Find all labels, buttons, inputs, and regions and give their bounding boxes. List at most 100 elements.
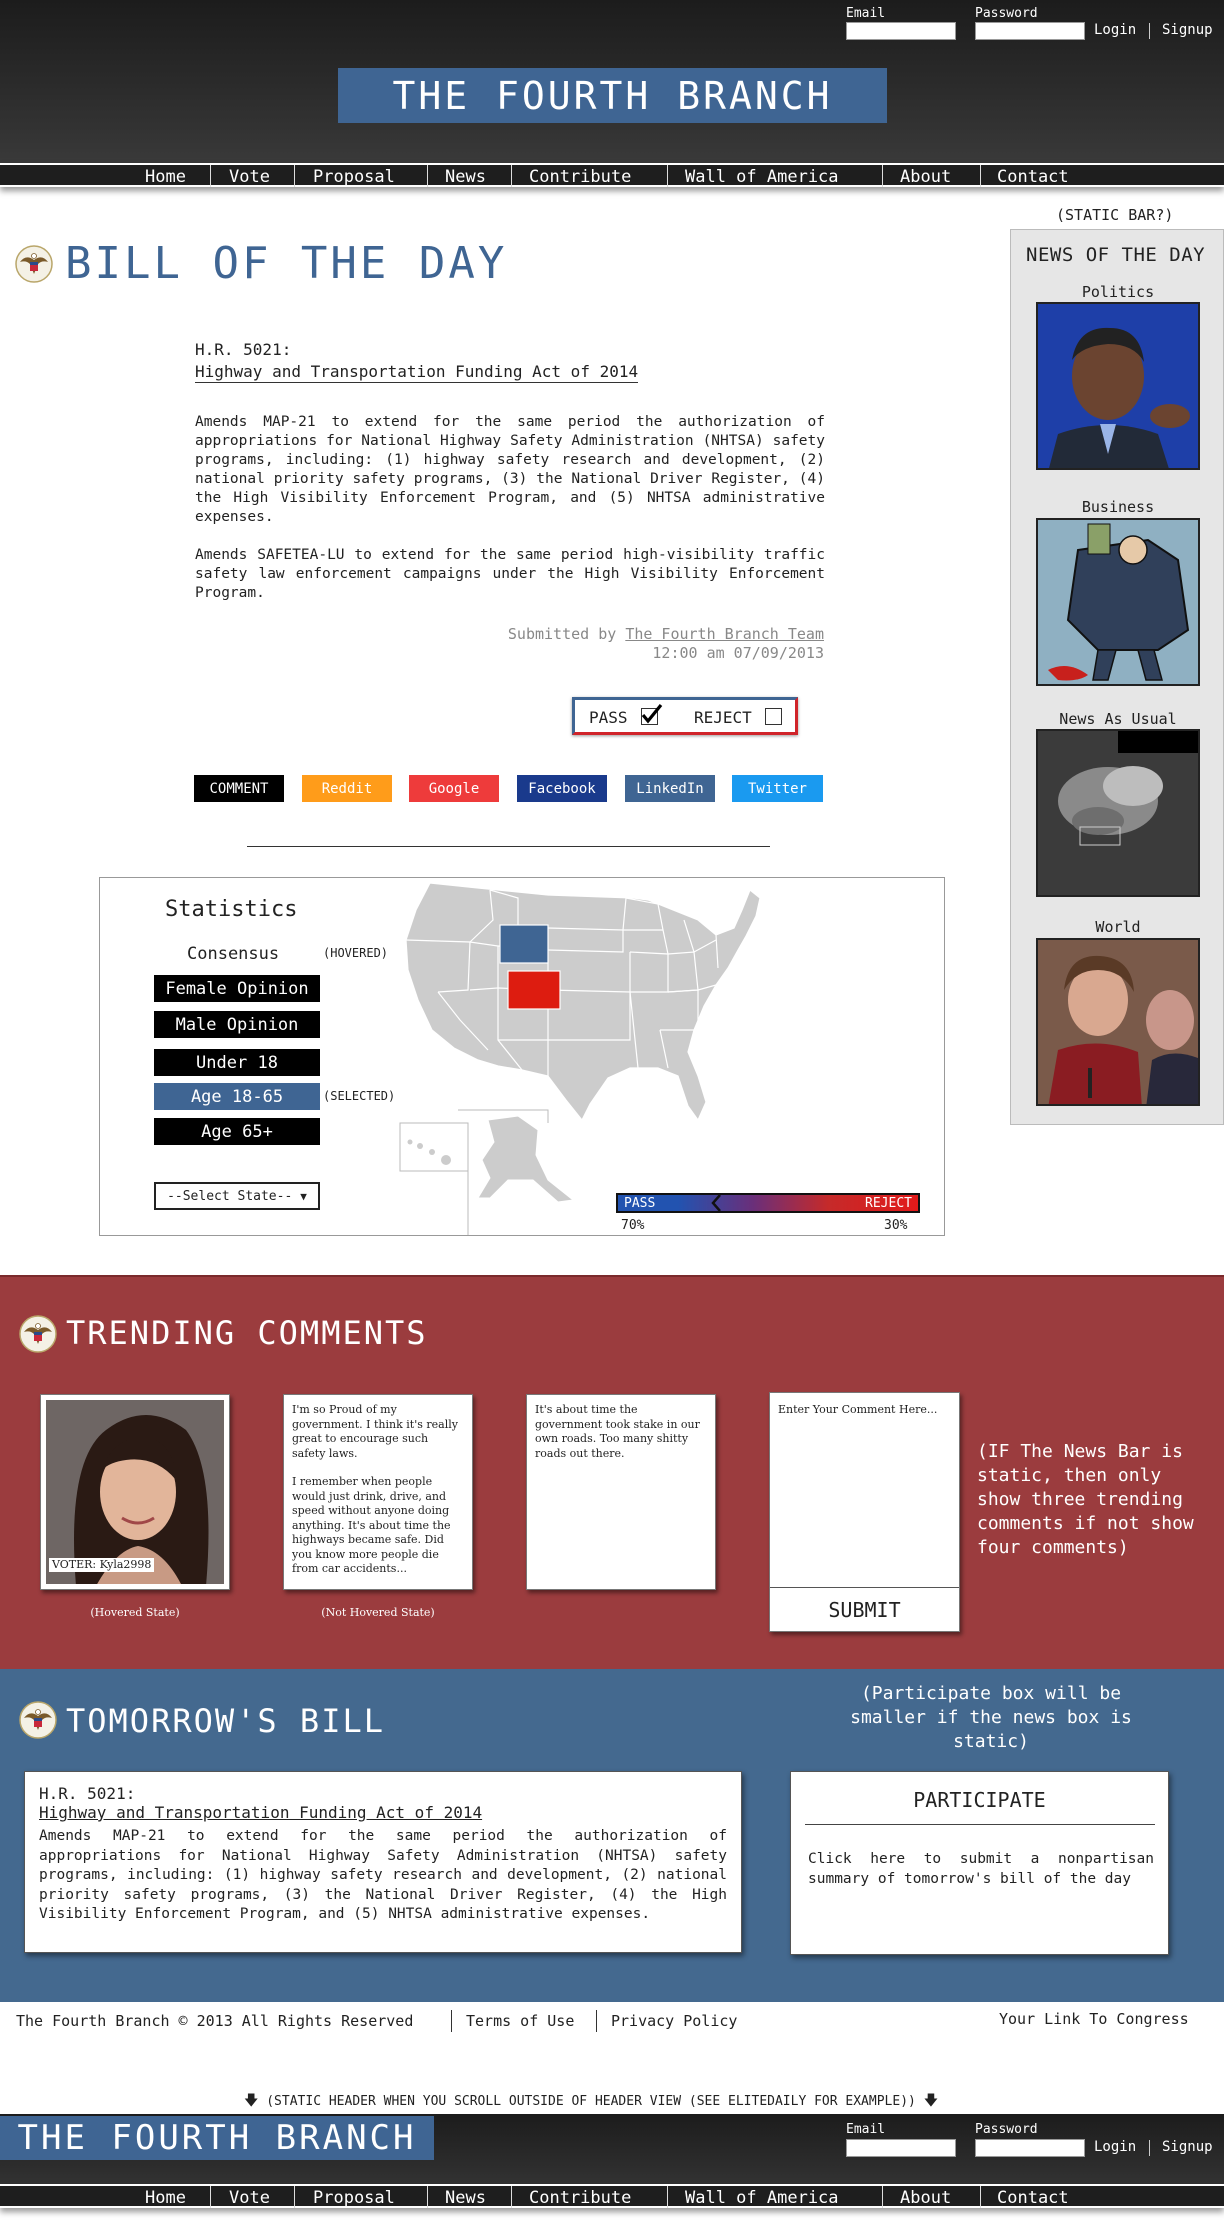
news-category-news-as-usual[interactable]: News As Usual	[1036, 710, 1200, 728]
participate-layout-note: (Participate box will be smaller if the …	[850, 1683, 1132, 1752]
tomorrow-bill-name[interactable]: Highway and Transportation Funding Act o…	[39, 1803, 727, 1822]
nav-separator	[882, 2186, 883, 2208]
nav-contribute[interactable]: Contribute	[529, 167, 631, 187]
nav-vote[interactable]: Vote	[229, 167, 270, 187]
legend-pass-label: PASS	[624, 1196, 656, 1211]
news-as-usual-image[interactable]	[1036, 729, 1200, 897]
comment-text: It's about time the government took stak…	[535, 1403, 700, 1460]
chevron-down-icon: ▼	[300, 1189, 307, 1203]
comment-text: I'm so Proud of my government. I think i…	[292, 1403, 458, 1460]
password-input[interactable]	[975, 2139, 1085, 2157]
nav-wall-of-america[interactable]: Wall of America	[685, 167, 839, 187]
tomorrow-bill-number: H.R. 5021:	[39, 1784, 136, 1803]
bill-number: H.R. 5021:	[195, 340, 292, 359]
login-link[interactable]: Login	[1094, 2139, 1136, 2155]
login-link[interactable]: Login	[1094, 22, 1136, 38]
male-opinion-button[interactable]: Male Opinion	[154, 1011, 320, 1038]
reject-label: REJECT	[694, 708, 752, 727]
submitted-by-link[interactable]: The Fourth Branch Team	[625, 625, 824, 643]
pass-option[interactable]: PASS	[589, 704, 663, 727]
world-news-image[interactable]	[1036, 938, 1200, 1106]
participate-card[interactable]: PARTICIPATE Click here to submit a nonpa…	[790, 1771, 1169, 1955]
login-separator	[1149, 23, 1150, 39]
politics-news-image[interactable]	[1036, 302, 1200, 470]
nav-separator	[427, 2186, 428, 2208]
reddit-button[interactable]: Reddit	[302, 775, 392, 802]
vote-legend-bar: PASS REJECT	[616, 1193, 920, 1213]
comment-button[interactable]: COMMENT	[194, 775, 284, 802]
selected-state[interactable]	[507, 970, 561, 1010]
selected-note: (SELECTED)	[323, 1089, 396, 1103]
site-logo[interactable]: THE FOURTH BRANCH	[338, 68, 887, 123]
static-site-logo[interactable]: THE FOURTH BRANCH	[0, 2116, 434, 2160]
us-landmass	[405, 882, 761, 1122]
nav-proposal[interactable]: Proposal	[313, 167, 395, 187]
statistics-title: Statistics	[165, 897, 298, 922]
bill-summary-paragraph: Amends SAFETEA-LU to extend for the same…	[195, 547, 825, 601]
news-category-world[interactable]: World	[1036, 918, 1200, 936]
comment-textarea[interactable]: Enter Your Comment Here...	[778, 1403, 948, 1417]
nav-about[interactable]: About	[900, 2188, 951, 2208]
tomorrows-bill-title: TOMORROW'S BILL	[66, 1702, 385, 1740]
nav-vote[interactable]: Vote	[229, 2188, 270, 2208]
vote-box: PASS REJECT	[572, 697, 798, 735]
eagle-seal-icon	[19, 1315, 57, 1353]
nav-contribute[interactable]: Contribute	[529, 2188, 631, 2208]
nav-home[interactable]: Home	[145, 2188, 186, 2208]
submit-comment-button[interactable]: SUBMIT	[770, 1587, 959, 1631]
nav-news[interactable]: News	[445, 167, 486, 187]
google-button[interactable]: Google	[409, 775, 499, 802]
state-select[interactable]: --Select State-- ▼	[154, 1182, 320, 1210]
nav-separator	[511, 2186, 512, 2208]
consensus-option[interactable]: Consensus	[187, 944, 279, 964]
voter-avatar-card[interactable]: VOTER: Kyla2998	[40, 1394, 230, 1590]
tomorrows-bill-card[interactable]: H.R. 5021: Highway and Transportation Fu…	[24, 1771, 742, 1953]
comment-card[interactable]: It's about time the government took stak…	[526, 1394, 716, 1590]
news-category-business[interactable]: Business	[1036, 498, 1200, 516]
email-input[interactable]	[846, 2139, 956, 2157]
reject-option[interactable]: REJECT	[694, 708, 783, 727]
nav-contact[interactable]: Contact	[997, 167, 1069, 187]
nav-home[interactable]: Home	[145, 167, 186, 187]
static-header-note: 🡇 (STATIC HEADER WHEN YOU SCROLL OUTSIDE…	[244, 2090, 938, 2114]
nav-wall-of-america[interactable]: Wall of America	[685, 2188, 839, 2208]
business-news-image[interactable]	[1036, 518, 1200, 686]
nav-news[interactable]: News	[445, 2188, 486, 2208]
comment-text: I remember when people would just drink,…	[292, 1475, 451, 1575]
reject-checkbox[interactable]	[765, 708, 783, 725]
nav-about[interactable]: About	[900, 167, 951, 187]
static-main-nav: Home Vote Proposal News Contribute Wall …	[0, 2184, 1224, 2208]
comment-input-box[interactable]: Enter Your Comment Here... SUBMIT	[769, 1392, 960, 1632]
age-18-65-button[interactable]: Age 18-65	[154, 1083, 320, 1110]
congress-link[interactable]: Your Link To Congress	[999, 2010, 1189, 2028]
participate-text[interactable]: Click here to submit a nonpartisan summa…	[808, 1850, 1154, 1889]
nav-proposal[interactable]: Proposal	[313, 2188, 395, 2208]
email-input[interactable]	[846, 22, 956, 40]
voter-tag: VOTER: Kyla2998	[49, 1557, 155, 1572]
hovered-state[interactable]	[499, 924, 549, 964]
signup-link[interactable]: Signup	[1162, 2139, 1213, 2155]
nav-separator	[980, 2186, 981, 2208]
participate-divider	[805, 1824, 1155, 1825]
password-input[interactable]	[975, 22, 1085, 40]
state-select-value: --Select State--	[167, 1188, 293, 1204]
pass-checkbox[interactable]	[641, 704, 663, 725]
world-photo	[1038, 940, 1198, 1104]
linkedin-button[interactable]: LinkedIn	[625, 775, 715, 802]
nav-separator	[667, 165, 668, 187]
female-opinion-button[interactable]: Female Opinion	[154, 975, 320, 1002]
news-category-politics[interactable]: Politics	[1036, 283, 1200, 301]
main-nav: Home Vote Proposal News Contribute Wall …	[0, 163, 1224, 187]
comment-card[interactable]: I'm so Proud of my government. I think i…	[283, 1394, 473, 1590]
age-65-plus-button[interactable]: Age 65+	[154, 1118, 320, 1145]
news-as-usual-photo	[1038, 731, 1198, 895]
nav-contact[interactable]: Contact	[997, 2188, 1069, 2208]
us-map[interactable]	[398, 880, 918, 1235]
privacy-policy-link[interactable]: Privacy Policy	[611, 2012, 737, 2030]
twitter-button[interactable]: Twitter	[732, 775, 823, 802]
facebook-button[interactable]: Facebook	[517, 775, 607, 802]
signup-link[interactable]: Signup	[1162, 22, 1213, 38]
under-18-button[interactable]: Under 18	[154, 1049, 320, 1076]
terms-of-use-link[interactable]: Terms of Use	[466, 2012, 574, 2030]
legend-reject-label: REJECT	[865, 1196, 912, 1211]
